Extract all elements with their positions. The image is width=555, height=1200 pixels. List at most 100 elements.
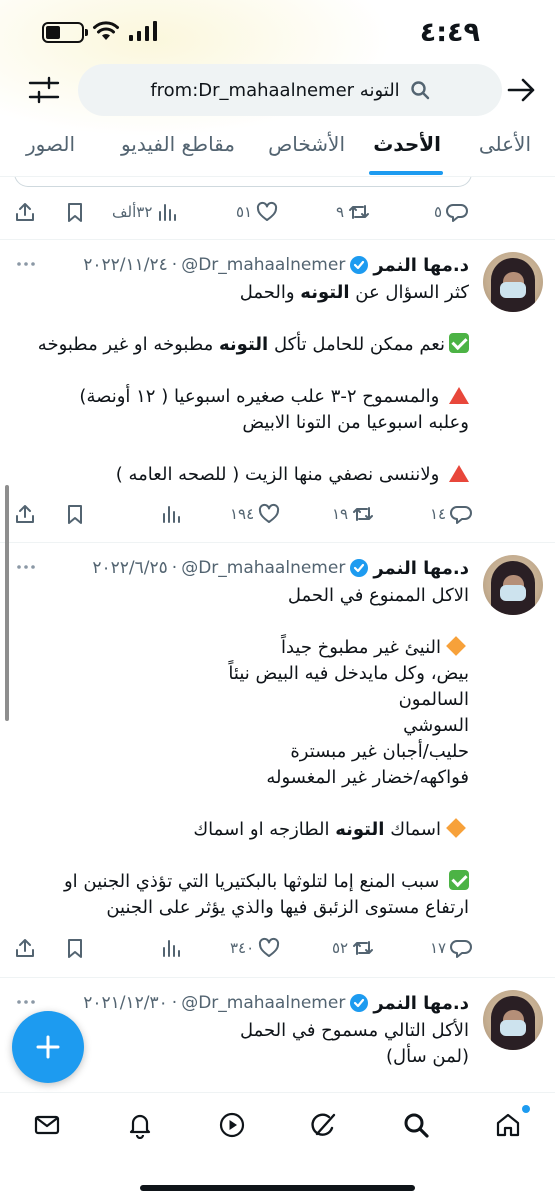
display-name[interactable]: د.مها النمر (373, 558, 469, 579)
search-input[interactable]: from:Dr_mahaalnemer التونه (78, 64, 502, 116)
check-mark-emoji-icon (449, 870, 469, 890)
share-button[interactable] (14, 497, 36, 531)
display-name[interactable]: د.مها النمر (373, 255, 469, 276)
notifications-icon (129, 1114, 151, 1139)
tweet-text-segment: النيئ غير مطبوخ جيداً (280, 637, 441, 658)
tweet-text-segment: كثر السؤال عن (349, 282, 469, 303)
unread-dot (522, 1105, 530, 1113)
views-button[interactable] (160, 497, 182, 531)
bookmark-button[interactable] (64, 931, 86, 965)
reply-count: ٥ (434, 203, 443, 221)
active-tab-indicator (369, 171, 443, 175)
avatar[interactable] (483, 990, 543, 1050)
share-button[interactable] (14, 195, 36, 229)
more-options-icon[interactable] (14, 252, 38, 276)
plus-icon (36, 1035, 60, 1059)
like-count: ١٩٤ (230, 505, 255, 523)
like-button[interactable]: ١٩٤ (230, 497, 280, 531)
views-icon (159, 204, 177, 221)
nav-video[interactable] (207, 1105, 257, 1145)
back-arrow-icon[interactable] (503, 72, 539, 108)
compose-tweet-button[interactable] (12, 1011, 84, 1083)
tweet-line: وعلبه اسبوعيا من التونا الابيض (14, 410, 469, 436)
views-button[interactable]: ٣٢ألف (112, 195, 178, 229)
more-options-icon[interactable] (14, 990, 38, 1014)
tweet-date[interactable]: ٢٠٢١/١٢/٣٠ (83, 993, 168, 1013)
tweet-header: د.مها النمر @Dr_mahaalnemer · ٢٠٢٢/٦/٢٥ (92, 555, 469, 581)
tweet-card[interactable]: د.مها النمر @Dr_mahaalnemer · ٢٠٢١/١٢/٣٠… (0, 978, 555, 1092)
tweet-date[interactable]: ٢٠٢٢/١١/٢٤ (83, 255, 168, 275)
tweet-text-segment: ارتفاع مستوى الزئبق فيها والذي يؤثر على … (106, 897, 469, 918)
grok-icon (311, 1113, 336, 1136)
nav-messages[interactable] (22, 1105, 72, 1145)
verified-badge-icon (350, 256, 369, 274)
retweet-button[interactable]: ٩ (336, 195, 370, 229)
red-triangle-emoji-icon (449, 465, 469, 482)
avatar[interactable] (483, 252, 543, 312)
messages-icon (34, 1115, 60, 1135)
nav-notifications[interactable] (115, 1105, 165, 1145)
retweet-count: ٩ (336, 203, 345, 221)
reply-button[interactable]: ٥ (434, 195, 469, 229)
tab-top[interactable]: الأعلى (479, 132, 531, 156)
nav-search[interactable] (391, 1105, 441, 1145)
user-handle[interactable]: @Dr_mahaalnemer (181, 993, 345, 1013)
tweet-line: الاكل الممنوع في الحمل (14, 583, 469, 609)
reply-button[interactable]: ١٧ (430, 931, 473, 965)
tab-photos[interactable]: الصور (26, 132, 75, 156)
more-options-icon[interactable] (14, 555, 38, 579)
tweet-line: فواكهه/خضار غير المغسوله (14, 765, 469, 791)
search-row: from:Dr_mahaalnemer التونه (0, 62, 555, 118)
search-icon (410, 81, 429, 100)
views-count: ٣٢ألف (112, 203, 153, 221)
tweet-line: ولاننسى نصفي منها الزيت ( للصحه العامه ) (14, 462, 469, 488)
reply-icon (450, 940, 473, 958)
retweet-button[interactable]: ٥٢ (332, 931, 374, 965)
separator-dot: · (171, 255, 178, 275)
tweet-text-segment: فواكهه/خضار غير المغسوله (266, 767, 469, 788)
share-button[interactable] (14, 931, 36, 965)
tweet-date[interactable]: ٢٠٢٢/٦/٢٥ (92, 558, 167, 578)
tweet-text-segment: السوشي (403, 715, 469, 736)
tab-videos[interactable]: مقاطع الفيديو (121, 132, 235, 156)
tweet-line: السالمون (14, 687, 469, 713)
views-icon (163, 506, 180, 523)
tweet-text-segment: وعلبه اسبوعيا من التونا الابيض (242, 412, 469, 433)
tweet-card[interactable]: د.مها النمر @Dr_mahaalnemer · ٢٠٢٢/٦/٢٥ … (0, 543, 555, 977)
user-handle[interactable]: @Dr_mahaalnemer (181, 255, 345, 275)
tweet-line: النيئ غير مطبوخ جيداً (14, 635, 469, 661)
tab-people[interactable]: الأشخاص (268, 132, 345, 156)
share-icon (16, 203, 34, 221)
avatar[interactable] (483, 555, 543, 615)
tweet-line: نعم ممكن للحامل تأكل التونه مطبوخه او غي… (14, 332, 469, 358)
nav-grok[interactable] (299, 1105, 349, 1145)
retweet-icon (353, 507, 374, 521)
reply-count: ١٧ (430, 939, 447, 957)
bookmark-button[interactable] (64, 497, 86, 531)
views-icon (163, 940, 180, 957)
scrollbar[interactable] (5, 485, 9, 721)
reply-button[interactable]: ١٤ (430, 497, 473, 531)
bookmark-button[interactable] (64, 195, 86, 229)
tweet-line: حليب/أجبان غير مبسترة (14, 739, 469, 765)
quoted-tweet-card-edge (14, 177, 472, 187)
like-button[interactable]: ٥١ (236, 195, 278, 229)
nav-home[interactable] (483, 1105, 533, 1145)
battery-icon (42, 22, 88, 43)
separator-dot: · (171, 993, 178, 1013)
search-results-feed[interactable]: ٣٢ألف ٥١ ٩ ٥ د.مها النمر @Dr_mahaalnemer… (0, 177, 555, 1092)
red-triangle-emoji-icon (449, 387, 469, 404)
retweet-button[interactable]: ١٩ (332, 497, 374, 531)
like-button[interactable]: ٣٤٠ (230, 931, 280, 965)
filter-sliders-icon[interactable] (26, 72, 62, 108)
tweet-text-segment: نعم ممكن للحامل تأكل (268, 334, 445, 355)
display-name[interactable]: د.مها النمر (373, 993, 469, 1014)
views-button[interactable] (160, 931, 182, 965)
user-handle[interactable]: @Dr_mahaalnemer (181, 558, 345, 578)
tab-latest[interactable]: الأحدث (373, 132, 441, 156)
check-mark-emoji-icon (449, 333, 469, 353)
tweet-line: اسماك التونه الطازجه او اسماك (14, 817, 469, 843)
